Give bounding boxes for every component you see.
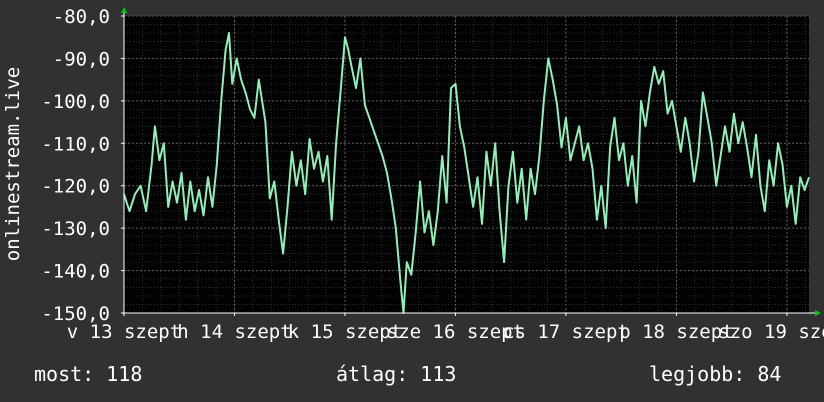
y-tick-label: -140,0	[41, 261, 110, 283]
x-tick-label: szo 19 szept	[718, 321, 824, 343]
y-tick-label: -120,0	[41, 176, 110, 198]
best-value: legjobb: 84	[649, 362, 782, 386]
x-tick-label: p 18 szept	[619, 321, 733, 343]
y-tick-label: -80,0	[53, 6, 110, 28]
y-tick-label: -100,0	[41, 91, 110, 113]
x-tick-label: cs 17 szept	[503, 321, 629, 343]
y-axis-label: onlinestream.live	[2, 67, 24, 261]
x-tick-label: h 14 szept	[177, 321, 291, 343]
chart: -80,0 -90,0 -100,0 -110,0 -120,0 -130,0 -140,0…	[2, 6, 824, 343]
y-tick-label: -130,0	[41, 218, 110, 240]
y-tick-label: -90,0	[53, 48, 110, 70]
current-value: most: 118	[34, 362, 143, 386]
y-tick-label: -110,0	[41, 133, 110, 155]
x-axis-arrow-icon	[815, 310, 821, 316]
x-tick-label: k 15 szept	[288, 321, 402, 343]
y-tick-labels: -80,0 -90,0 -100,0 -110,0 -120,0 -130,0 -140,0…	[41, 6, 124, 325]
x-tick-label: v 13 szept	[67, 321, 181, 343]
x-tick-labels: v 13 szepth 14 szeptk 15 szeptsze 16 sze…	[67, 313, 824, 343]
y-axis-arrow-icon	[121, 7, 127, 13]
average-value: átlag: 113	[336, 362, 457, 386]
